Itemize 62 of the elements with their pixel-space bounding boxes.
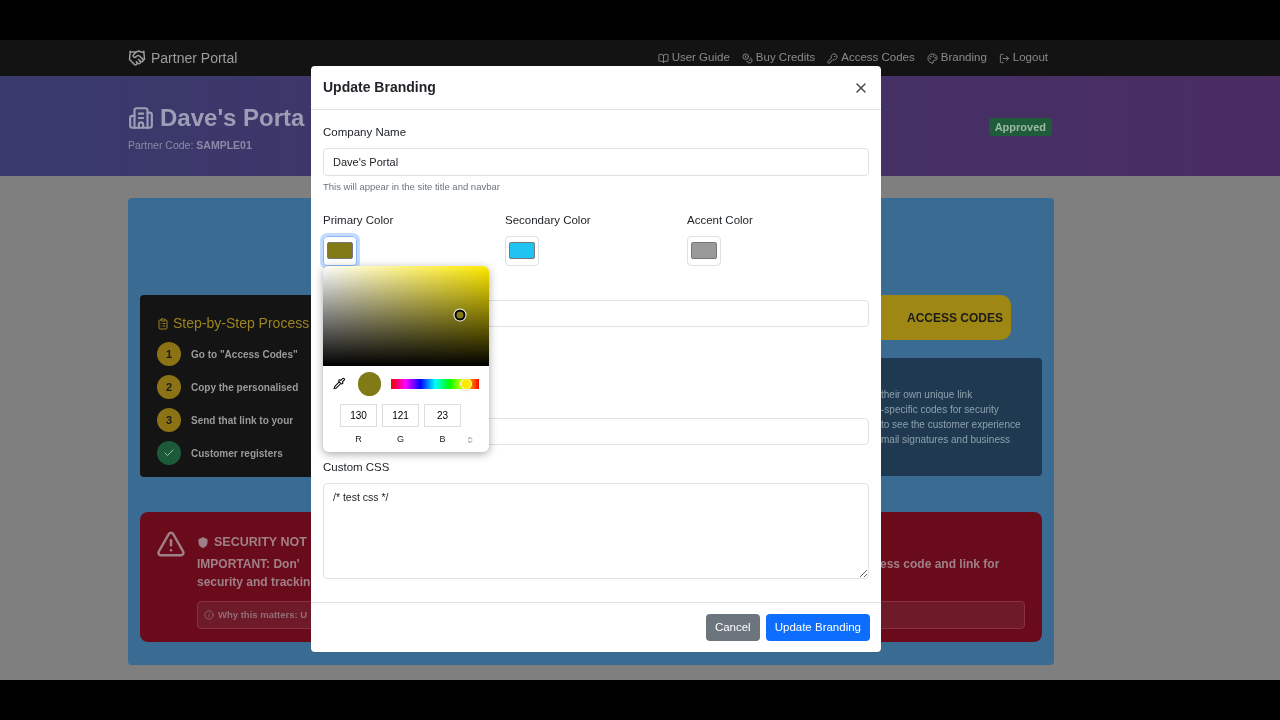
step-text: Customer registers <box>191 446 283 461</box>
partner-code: Partner Code: SAMPLE01 <box>128 138 253 153</box>
mode-toggle-icon[interactable] <box>466 435 474 444</box>
rgb-input[interactable]: 121 <box>382 403 419 427</box>
nav-link[interactable]: Logout <box>998 49 1048 67</box>
step-text: Go to "Access Codes" <box>191 347 298 362</box>
nav-link[interactable]: Branding <box>926 49 987 67</box>
palette-icon <box>926 52 938 64</box>
nav-link[interactable]: Access Codes <box>827 49 915 67</box>
channel-label: R <box>354 432 363 446</box>
field-label: Primary Color <box>323 212 395 228</box>
step-number: 2 <box>157 375 181 399</box>
handshake-icon <box>128 49 146 67</box>
update-branding-button[interactable]: Update Branding <box>765 614 870 641</box>
step-text: Copy the personalised <box>191 380 299 395</box>
step-number: 3 <box>157 408 181 432</box>
check-icon <box>157 441 181 465</box>
coins-icon <box>741 52 753 64</box>
status-badge: Approved <box>988 118 1052 136</box>
notice-title: SECURITY NOT <box>214 534 307 551</box>
book-icon <box>657 52 669 64</box>
channel-label: G <box>396 432 405 446</box>
color-swatch[interactable] <box>323 235 357 266</box>
cancel-button[interactable]: Cancel <box>705 614 760 641</box>
custom-css-field[interactable]: /* test css */ <box>323 483 869 579</box>
brand-name[interactable]: Partner Portal <box>151 47 238 69</box>
shield-icon <box>197 535 209 549</box>
info-text: mail signatures and business <box>881 433 1011 447</box>
hue-thumb[interactable] <box>459 377 472 390</box>
warning-icon <box>155 529 187 559</box>
nav-link[interactable]: Buy Credits <box>741 49 816 67</box>
notice-text: ess code and link for <box>880 555 1001 573</box>
notice-text: security and trackin <box>197 573 312 591</box>
field-label: Custom CSS <box>323 459 391 475</box>
step-number: 1 <box>157 342 181 366</box>
modal-title: Update Branding <box>323 78 436 97</box>
step-text: Send that link to your <box>191 413 294 428</box>
rgb-input[interactable]: 23 <box>424 403 461 427</box>
notice-text: IMPORTANT: Don' <box>197 555 300 573</box>
logout-icon <box>998 52 1010 64</box>
rgb-input[interactable]: 130 <box>340 403 377 427</box>
hue-slider[interactable] <box>390 378 479 389</box>
field-label: Company Name <box>323 125 408 140</box>
info-text: their own unique link <box>881 388 974 402</box>
key-icon <box>827 52 839 64</box>
info-text: -specific codes for security <box>881 403 1000 417</box>
clipboard-icon <box>157 316 169 331</box>
field-label: Secondary Color <box>505 212 592 228</box>
eyedropper-icon[interactable] <box>333 377 346 391</box>
steps-title: Step-by-Step Process <box>173 314 310 333</box>
saturation-area[interactable] <box>323 265 489 366</box>
info-text: to see the customer experience <box>881 418 1022 432</box>
portal-title: Dave's Porta <box>160 103 305 133</box>
why-text: Why this matters: U <box>218 607 308 622</box>
nav-link[interactable]: User Guide <box>657 49 730 67</box>
company-name-field[interactable]: Dave's Portal <box>323 148 869 177</box>
channel-label: B <box>438 432 447 446</box>
saturation-pointer[interactable] <box>454 309 466 321</box>
info-icon <box>204 609 214 620</box>
help-text: This will appear in the site title and navbar <box>323 180 501 195</box>
field-label: Accent Color <box>687 212 754 228</box>
color-preview <box>357 371 381 396</box>
